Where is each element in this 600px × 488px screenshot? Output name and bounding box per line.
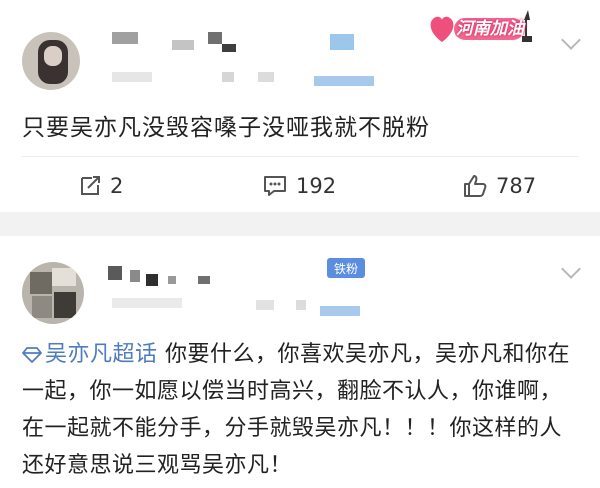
henan-cheer-badge: 河南加油 — [426, 6, 538, 48]
divider — [22, 156, 578, 157]
post-text: 吴亦凡超话 你要什么，你喜欢吴亦凡，吴亦凡和你在一起，你一如愿以偿当时高兴，翻脸… — [22, 336, 582, 484]
chevron-down-icon[interactable] — [561, 259, 581, 279]
repost-count: 2 — [110, 174, 124, 198]
thumbs-up-icon — [464, 175, 487, 197]
fan-level-badge: 铁粉 — [327, 258, 365, 278]
topic-link[interactable]: 吴亦凡超话 — [22, 342, 158, 367]
repost-icon — [81, 176, 100, 195]
repost-button[interactable]: 2 — [78, 172, 123, 200]
post-text: 只要吴亦凡没毁容嗓子没哑我就不脱粉 — [22, 115, 430, 141]
chevron-down-icon[interactable] — [561, 30, 581, 50]
topic-label: 吴亦凡超话 — [45, 342, 158, 367]
post-card-2: 铁粉 吴亦凡超话 你要什么，你喜欢吴亦凡，吴亦凡和你在一起，你一如愿以偿当时高兴… — [0, 236, 600, 488]
comment-button[interactable]: 192 — [262, 172, 336, 200]
comment-icon — [264, 176, 286, 196]
avatar[interactable] — [22, 32, 80, 90]
like-count: 787 — [496, 174, 537, 198]
avatar[interactable] — [22, 262, 84, 324]
post-card-1: 河南加油 只要吴亦凡没毁容嗓子没哑我就不脱粉 2 192 787 — [0, 0, 600, 212]
badge-label: 河南加油 — [456, 19, 524, 39]
comment-count: 192 — [296, 174, 337, 198]
diamond-icon — [22, 347, 42, 363]
like-button[interactable]: 787 — [462, 172, 536, 200]
